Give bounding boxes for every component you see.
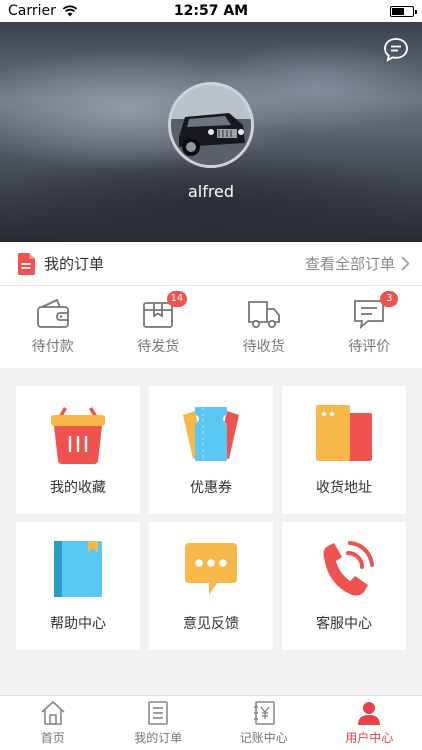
coupon-icon (183, 407, 239, 461)
book-icon (54, 541, 102, 597)
avatar[interactable] (168, 82, 254, 168)
order-doc-icon (18, 252, 35, 275)
services-grid: 我的收藏 优惠券 收货地址 帮助中心 意见反馈 客服中心 (16, 386, 406, 650)
order-status-pending-receipt[interactable]: 待收货 (211, 286, 317, 368)
profile-header: alfred (0, 22, 422, 242)
tab-label: 用户中心 (345, 731, 394, 745)
order-badge: 14 (166, 291, 188, 307)
coupon-card[interactable]: 优惠券 (149, 386, 273, 514)
wifi-icon (62, 5, 78, 17)
orders-header[interactable]: 我的订单 查看全部订单 (0, 242, 422, 286)
service-label: 帮助中心 (50, 616, 106, 632)
order-status-label: 待发货 (137, 339, 180, 355)
tab-ledger[interactable]: 记账中心 (211, 696, 317, 750)
order-badge: 3 (380, 291, 399, 307)
service-label: 意见反馈 (183, 616, 239, 632)
order-status-pending-review[interactable]: 3 待评价 (317, 286, 422, 368)
tab-label: 首页 (40, 731, 65, 745)
carrier-label: Carrier (8, 3, 56, 19)
order-status-pending-payment[interactable]: 待付款 (0, 286, 106, 368)
service-label: 优惠券 (190, 480, 232, 496)
basket-icon (51, 407, 105, 464)
feedback-icon (185, 543, 237, 595)
tab-label: 记账中心 (239, 731, 288, 745)
wallet-icon (36, 298, 69, 328)
orders-section: 我的订单 查看全部订单 待付款 14 待发货 待收货 3 待评价 (0, 242, 422, 368)
message-icon[interactable] (382, 36, 410, 64)
tab-bar: 首页 我的订单 记账中心 用户中心 (0, 695, 422, 750)
service-label: 我的收藏 (50, 480, 106, 496)
chevron-right-icon (401, 256, 410, 271)
order-status-label: 待付款 (31, 339, 74, 355)
username: alfred (187, 182, 235, 201)
tab-label: 我的订单 (134, 731, 183, 745)
view-all-label: 查看全部订单 (304, 255, 395, 273)
tab-home[interactable]: 首页 (0, 696, 106, 750)
phone-icon (323, 541, 374, 596)
status-bar: Carrier 12:57 AM (0, 0, 422, 22)
user-icon (358, 702, 381, 725)
customer-service-card[interactable]: 客服中心 (282, 522, 406, 650)
truck-icon (247, 301, 280, 329)
home-icon (41, 700, 65, 725)
favorites-card[interactable]: 我的收藏 (16, 386, 140, 514)
order-status-label: 待评价 (348, 339, 391, 355)
view-all-orders-link[interactable]: 查看全部订单 (305, 253, 410, 274)
car-image (171, 85, 251, 165)
help-center-card[interactable]: 帮助中心 (16, 522, 140, 650)
tab-user-center[interactable]: 用户中心 (317, 696, 422, 750)
order-status-pending-shipment[interactable]: 14 待发货 (106, 286, 212, 368)
list-icon (148, 701, 169, 725)
tab-my-orders[interactable]: 我的订单 (106, 696, 212, 750)
feedback-card[interactable]: 意见反馈 (149, 522, 273, 650)
order-status-label: 待收货 (242, 339, 285, 355)
ledger-icon (253, 701, 275, 725)
battery-icon (390, 5, 417, 17)
service-label: 收货地址 (316, 480, 372, 496)
service-label: 客服中心 (316, 616, 372, 632)
address-icon (316, 405, 372, 461)
address-card[interactable]: 收货地址 (282, 386, 406, 514)
orders-title: 我的订单 (44, 255, 105, 273)
